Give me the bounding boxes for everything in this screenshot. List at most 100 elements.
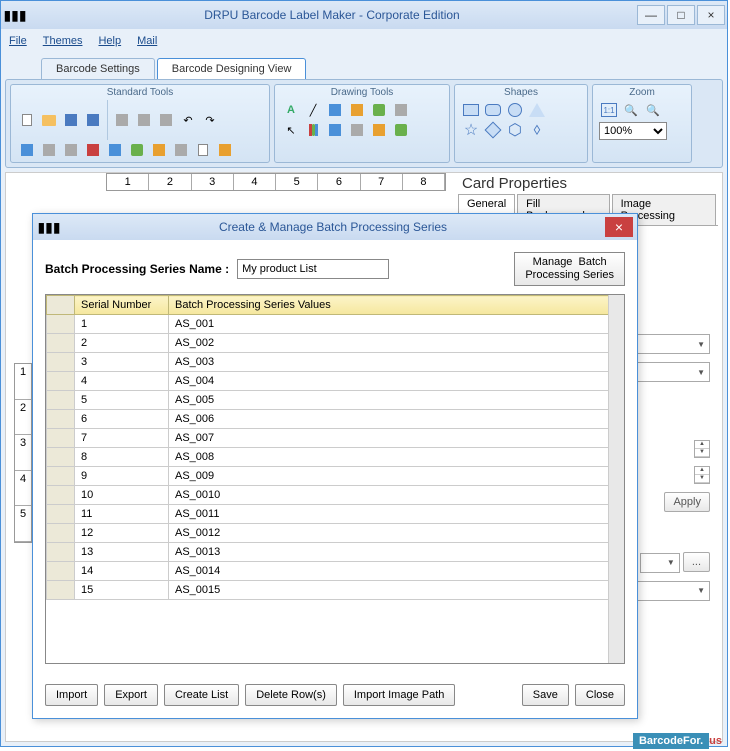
library-icon[interactable] bbox=[369, 120, 389, 140]
open-icon[interactable] bbox=[39, 110, 59, 130]
copy-icon[interactable] bbox=[134, 110, 154, 130]
print-icon[interactable] bbox=[171, 140, 191, 160]
zoom-fit-icon[interactable]: 1:1 bbox=[599, 100, 619, 120]
app-icon: ▮▮▮ bbox=[3, 5, 27, 25]
export-icon[interactable] bbox=[149, 140, 169, 160]
rectangle-shape-icon[interactable] bbox=[461, 100, 481, 120]
batch-processing-dialog: ▮▮▮ Create & Manage Batch Processing Ser… bbox=[32, 213, 638, 719]
select-icon[interactable]: ↖ bbox=[281, 120, 301, 140]
ellipse-shape-icon[interactable] bbox=[505, 100, 525, 120]
table-row[interactable]: 12AS_0012 bbox=[47, 524, 624, 543]
delete-rows-button[interactable]: Delete Row(s) bbox=[245, 684, 337, 706]
delete-icon[interactable] bbox=[83, 140, 103, 160]
maximize-button[interactable]: □ bbox=[667, 5, 695, 25]
picture-icon[interactable] bbox=[369, 100, 389, 120]
window-title: DRPU Barcode Label Maker - Corporate Edi… bbox=[27, 8, 637, 22]
table-row[interactable]: 5AS_005 bbox=[47, 391, 624, 410]
rect-tool-icon[interactable] bbox=[325, 100, 345, 120]
close-dialog-button[interactable]: Close bbox=[575, 684, 625, 706]
menu-file[interactable]: File bbox=[9, 35, 27, 47]
prop-dropdown-3[interactable]: ▼ bbox=[640, 553, 680, 573]
dialog-close-button[interactable]: × bbox=[605, 217, 633, 237]
table-row[interactable]: 6AS_006 bbox=[47, 410, 624, 429]
close-button[interactable]: × bbox=[697, 5, 725, 25]
grid-icon[interactable] bbox=[105, 140, 125, 160]
row-header bbox=[47, 543, 75, 562]
tab-barcode-designing[interactable]: Barcode Designing View bbox=[157, 58, 307, 79]
row-header bbox=[47, 448, 75, 467]
cell-serial: 2 bbox=[75, 334, 169, 353]
spinner-1[interactable]: ▲▼ bbox=[694, 440, 710, 458]
import-image-path-button[interactable]: Import Image Path bbox=[343, 684, 456, 706]
object-icon[interactable] bbox=[391, 100, 411, 120]
star-shape-icon[interactable]: ☆ bbox=[461, 120, 481, 140]
round-rect-shape-icon[interactable] bbox=[483, 100, 503, 120]
redo-icon[interactable]: ↷ bbox=[200, 110, 220, 130]
series-name-input[interactable] bbox=[237, 259, 389, 279]
menu-themes[interactable]: Themes bbox=[43, 35, 83, 47]
table-row[interactable]: 15AS_0015 bbox=[47, 581, 624, 600]
cell-serial: 8 bbox=[75, 448, 169, 467]
table-row[interactable]: 10AS_0010 bbox=[47, 486, 624, 505]
save-icon[interactable] bbox=[61, 110, 81, 130]
separator-icon bbox=[107, 100, 108, 140]
titlebar: ▮▮▮ DRPU Barcode Label Maker - Corporate… bbox=[1, 1, 727, 29]
table-row[interactable]: 4AS_004 bbox=[47, 372, 624, 391]
diamond-shape-icon[interactable] bbox=[483, 120, 503, 140]
paste-icon[interactable] bbox=[156, 110, 176, 130]
barcode-icon[interactable] bbox=[303, 120, 323, 140]
table-row[interactable]: 9AS_009 bbox=[47, 467, 624, 486]
line-icon[interactable]: ╱ bbox=[303, 100, 323, 120]
preview-icon[interactable] bbox=[193, 140, 213, 160]
export-button[interactable]: Export bbox=[104, 684, 158, 706]
new-icon[interactable] bbox=[17, 110, 37, 130]
zoom-select[interactable]: 100% bbox=[599, 122, 667, 140]
spinner-2[interactable]: ▲▼ bbox=[694, 466, 710, 484]
triangle-shape-icon[interactable] bbox=[527, 100, 547, 120]
ruler-vertical: 1 2 3 4 5 bbox=[14, 363, 32, 543]
tab-barcode-settings[interactable]: Barcode Settings bbox=[41, 58, 155, 79]
minimize-button[interactable]: — bbox=[637, 5, 665, 25]
undo-icon[interactable]: ↶ bbox=[178, 110, 198, 130]
table-row[interactable]: 8AS_008 bbox=[47, 448, 624, 467]
col-serial[interactable]: Serial Number bbox=[75, 296, 169, 315]
table-row[interactable]: 1AS_001 bbox=[47, 315, 624, 334]
grid-scrollbar[interactable] bbox=[608, 295, 624, 663]
apply-button[interactable]: Apply bbox=[664, 492, 710, 512]
row-header bbox=[47, 524, 75, 543]
zoom-in-icon[interactable]: 🔍 bbox=[621, 100, 641, 120]
align-right-icon[interactable] bbox=[61, 140, 81, 160]
import-button[interactable]: Import bbox=[45, 684, 98, 706]
table-row[interactable]: 14AS_0014 bbox=[47, 562, 624, 581]
manage-batch-button[interactable]: Manage Batch Processing Series bbox=[514, 252, 625, 286]
menu-help[interactable]: Help bbox=[98, 35, 121, 47]
arrow-shape-icon[interactable]: ⬨ bbox=[527, 120, 547, 140]
settings-icon[interactable] bbox=[391, 120, 411, 140]
col-values[interactable]: Batch Processing Series Values bbox=[169, 296, 624, 315]
watermark-icon[interactable] bbox=[325, 120, 345, 140]
table-row[interactable]: 7AS_007 bbox=[47, 429, 624, 448]
table-row[interactable]: 2AS_002 bbox=[47, 334, 624, 353]
align-left-icon[interactable] bbox=[17, 140, 37, 160]
create-list-button[interactable]: Create List bbox=[164, 684, 239, 706]
save-button[interactable]: Save bbox=[522, 684, 569, 706]
text-icon[interactable]: A bbox=[281, 100, 301, 120]
align-center-icon[interactable] bbox=[39, 140, 59, 160]
polygon-shape-icon[interactable]: ⬡ bbox=[505, 120, 525, 140]
dialog-footer: Import Export Create List Delete Row(s) … bbox=[33, 676, 637, 718]
image-tool-icon[interactable] bbox=[347, 100, 367, 120]
table-row[interactable]: 13AS_0013 bbox=[47, 543, 624, 562]
cut-icon[interactable] bbox=[112, 110, 132, 130]
table-row[interactable]: 11AS_0011 bbox=[47, 505, 624, 524]
watermark-brand: BarcodeFor. bbox=[633, 733, 709, 749]
save-as-icon[interactable] bbox=[83, 110, 103, 130]
cell-serial: 5 bbox=[75, 391, 169, 410]
email-icon[interactable] bbox=[215, 140, 235, 160]
signature-icon[interactable] bbox=[347, 120, 367, 140]
menu-mail[interactable]: Mail bbox=[137, 35, 157, 47]
table-row[interactable]: 3AS_003 bbox=[47, 353, 624, 372]
zoom-out-icon[interactable]: 🔍 bbox=[643, 100, 663, 120]
database-icon[interactable] bbox=[127, 140, 147, 160]
row-header bbox=[47, 581, 75, 600]
browse-button[interactable]: ... bbox=[683, 552, 710, 572]
